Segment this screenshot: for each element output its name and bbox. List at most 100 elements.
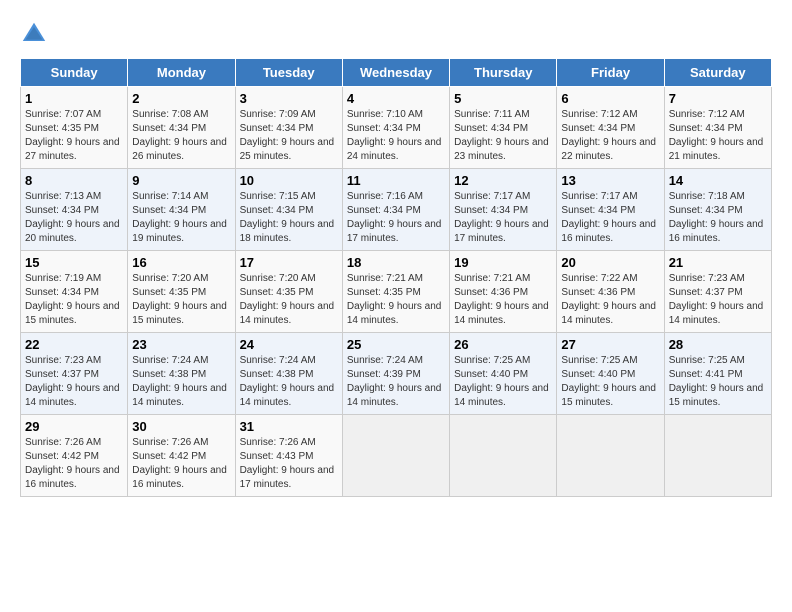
calendar-cell: 3 Sunrise: 7:09 AM Sunset: 4:34 PM Dayli… <box>235 87 342 169</box>
calendar-cell: 13 Sunrise: 7:17 AM Sunset: 4:34 PM Dayl… <box>557 169 664 251</box>
calendar-cell: 23 Sunrise: 7:24 AM Sunset: 4:38 PM Dayl… <box>128 333 235 415</box>
calendar-cell: 26 Sunrise: 7:25 AM Sunset: 4:40 PM Dayl… <box>450 333 557 415</box>
logo-icon <box>20 20 48 48</box>
day-info: Sunrise: 7:12 AM Sunset: 4:34 PM Dayligh… <box>669 108 767 164</box>
day-number: 30 <box>132 419 230 434</box>
calendar-cell: 19 Sunrise: 7:21 AM Sunset: 4:36 PM Dayl… <box>450 251 557 333</box>
day-info: Sunrise: 7:07 AM Sunset: 4:35 PM Dayligh… <box>25 108 123 164</box>
day-number: 1 <box>25 91 123 106</box>
calendar-cell: 14 Sunrise: 7:18 AM Sunset: 4:34 PM Dayl… <box>664 169 771 251</box>
day-number: 3 <box>240 91 338 106</box>
calendar-cell: 16 Sunrise: 7:20 AM Sunset: 4:35 PM Dayl… <box>128 251 235 333</box>
day-number: 9 <box>132 173 230 188</box>
calendar-cell: 6 Sunrise: 7:12 AM Sunset: 4:34 PM Dayli… <box>557 87 664 169</box>
header-thursday: Thursday <box>450 59 557 87</box>
day-info: Sunrise: 7:20 AM Sunset: 4:35 PM Dayligh… <box>240 272 338 328</box>
calendar-cell: 2 Sunrise: 7:08 AM Sunset: 4:34 PM Dayli… <box>128 87 235 169</box>
calendar-cell: 28 Sunrise: 7:25 AM Sunset: 4:41 PM Dayl… <box>664 333 771 415</box>
day-number: 27 <box>561 337 659 352</box>
calendar-cell: 24 Sunrise: 7:24 AM Sunset: 4:38 PM Dayl… <box>235 333 342 415</box>
page-header <box>20 20 772 48</box>
day-number: 18 <box>347 255 445 270</box>
day-info: Sunrise: 7:16 AM Sunset: 4:34 PM Dayligh… <box>347 190 445 246</box>
header-saturday: Saturday <box>664 59 771 87</box>
header-monday: Monday <box>128 59 235 87</box>
day-number: 16 <box>132 255 230 270</box>
calendar-cell: 10 Sunrise: 7:15 AM Sunset: 4:34 PM Dayl… <box>235 169 342 251</box>
day-info: Sunrise: 7:08 AM Sunset: 4:34 PM Dayligh… <box>132 108 230 164</box>
calendar-cell <box>664 415 771 497</box>
week-row: 22 Sunrise: 7:23 AM Sunset: 4:37 PM Dayl… <box>21 333 772 415</box>
day-number: 20 <box>561 255 659 270</box>
calendar-cell: 27 Sunrise: 7:25 AM Sunset: 4:40 PM Dayl… <box>557 333 664 415</box>
calendar-cell: 21 Sunrise: 7:23 AM Sunset: 4:37 PM Dayl… <box>664 251 771 333</box>
day-number: 7 <box>669 91 767 106</box>
day-info: Sunrise: 7:26 AM Sunset: 4:42 PM Dayligh… <box>132 436 230 492</box>
calendar-cell: 31 Sunrise: 7:26 AM Sunset: 4:43 PM Dayl… <box>235 415 342 497</box>
week-row: 8 Sunrise: 7:13 AM Sunset: 4:34 PM Dayli… <box>21 169 772 251</box>
calendar-cell: 22 Sunrise: 7:23 AM Sunset: 4:37 PM Dayl… <box>21 333 128 415</box>
day-info: Sunrise: 7:24 AM Sunset: 4:38 PM Dayligh… <box>132 354 230 410</box>
day-number: 25 <box>347 337 445 352</box>
calendar-cell: 1 Sunrise: 7:07 AM Sunset: 4:35 PM Dayli… <box>21 87 128 169</box>
day-info: Sunrise: 7:24 AM Sunset: 4:39 PM Dayligh… <box>347 354 445 410</box>
day-info: Sunrise: 7:25 AM Sunset: 4:41 PM Dayligh… <box>669 354 767 410</box>
calendar-cell <box>450 415 557 497</box>
calendar-cell: 5 Sunrise: 7:11 AM Sunset: 4:34 PM Dayli… <box>450 87 557 169</box>
day-info: Sunrise: 7:10 AM Sunset: 4:34 PM Dayligh… <box>347 108 445 164</box>
day-number: 4 <box>347 91 445 106</box>
header-friday: Friday <box>557 59 664 87</box>
day-number: 31 <box>240 419 338 434</box>
calendar-cell <box>342 415 449 497</box>
day-info: Sunrise: 7:13 AM Sunset: 4:34 PM Dayligh… <box>25 190 123 246</box>
day-number: 6 <box>561 91 659 106</box>
day-number: 13 <box>561 173 659 188</box>
day-info: Sunrise: 7:26 AM Sunset: 4:43 PM Dayligh… <box>240 436 338 492</box>
day-number: 19 <box>454 255 552 270</box>
day-number: 28 <box>669 337 767 352</box>
day-info: Sunrise: 7:25 AM Sunset: 4:40 PM Dayligh… <box>454 354 552 410</box>
day-number: 17 <box>240 255 338 270</box>
calendar-cell: 12 Sunrise: 7:17 AM Sunset: 4:34 PM Dayl… <box>450 169 557 251</box>
calendar-cell: 9 Sunrise: 7:14 AM Sunset: 4:34 PM Dayli… <box>128 169 235 251</box>
day-info: Sunrise: 7:23 AM Sunset: 4:37 PM Dayligh… <box>25 354 123 410</box>
calendar-cell: 30 Sunrise: 7:26 AM Sunset: 4:42 PM Dayl… <box>128 415 235 497</box>
day-info: Sunrise: 7:12 AM Sunset: 4:34 PM Dayligh… <box>561 108 659 164</box>
day-number: 12 <box>454 173 552 188</box>
calendar-cell: 11 Sunrise: 7:16 AM Sunset: 4:34 PM Dayl… <box>342 169 449 251</box>
day-info: Sunrise: 7:24 AM Sunset: 4:38 PM Dayligh… <box>240 354 338 410</box>
day-info: Sunrise: 7:26 AM Sunset: 4:42 PM Dayligh… <box>25 436 123 492</box>
day-number: 11 <box>347 173 445 188</box>
day-number: 14 <box>669 173 767 188</box>
calendar-cell: 7 Sunrise: 7:12 AM Sunset: 4:34 PM Dayli… <box>664 87 771 169</box>
calendar-cell: 20 Sunrise: 7:22 AM Sunset: 4:36 PM Dayl… <box>557 251 664 333</box>
logo <box>20 20 56 48</box>
calendar-body: 1 Sunrise: 7:07 AM Sunset: 4:35 PM Dayli… <box>21 87 772 497</box>
day-number: 5 <box>454 91 552 106</box>
day-info: Sunrise: 7:15 AM Sunset: 4:34 PM Dayligh… <box>240 190 338 246</box>
day-number: 10 <box>240 173 338 188</box>
day-number: 24 <box>240 337 338 352</box>
calendar-cell: 8 Sunrise: 7:13 AM Sunset: 4:34 PM Dayli… <box>21 169 128 251</box>
header-tuesday: Tuesday <box>235 59 342 87</box>
day-number: 22 <box>25 337 123 352</box>
week-row: 15 Sunrise: 7:19 AM Sunset: 4:34 PM Dayl… <box>21 251 772 333</box>
day-info: Sunrise: 7:23 AM Sunset: 4:37 PM Dayligh… <box>669 272 767 328</box>
calendar-cell: 4 Sunrise: 7:10 AM Sunset: 4:34 PM Dayli… <box>342 87 449 169</box>
day-number: 15 <box>25 255 123 270</box>
day-info: Sunrise: 7:20 AM Sunset: 4:35 PM Dayligh… <box>132 272 230 328</box>
day-number: 21 <box>669 255 767 270</box>
header-sunday: Sunday <box>21 59 128 87</box>
day-info: Sunrise: 7:11 AM Sunset: 4:34 PM Dayligh… <box>454 108 552 164</box>
calendar-cell: 18 Sunrise: 7:21 AM Sunset: 4:35 PM Dayl… <box>342 251 449 333</box>
calendar-cell: 17 Sunrise: 7:20 AM Sunset: 4:35 PM Dayl… <box>235 251 342 333</box>
day-info: Sunrise: 7:17 AM Sunset: 4:34 PM Dayligh… <box>454 190 552 246</box>
calendar-header: SundayMondayTuesdayWednesdayThursdayFrid… <box>21 59 772 87</box>
day-number: 23 <box>132 337 230 352</box>
week-row: 1 Sunrise: 7:07 AM Sunset: 4:35 PM Dayli… <box>21 87 772 169</box>
day-info: Sunrise: 7:21 AM Sunset: 4:35 PM Dayligh… <box>347 272 445 328</box>
calendar-cell: 15 Sunrise: 7:19 AM Sunset: 4:34 PM Dayl… <box>21 251 128 333</box>
day-info: Sunrise: 7:22 AM Sunset: 4:36 PM Dayligh… <box>561 272 659 328</box>
day-info: Sunrise: 7:25 AM Sunset: 4:40 PM Dayligh… <box>561 354 659 410</box>
week-row: 29 Sunrise: 7:26 AM Sunset: 4:42 PM Dayl… <box>21 415 772 497</box>
